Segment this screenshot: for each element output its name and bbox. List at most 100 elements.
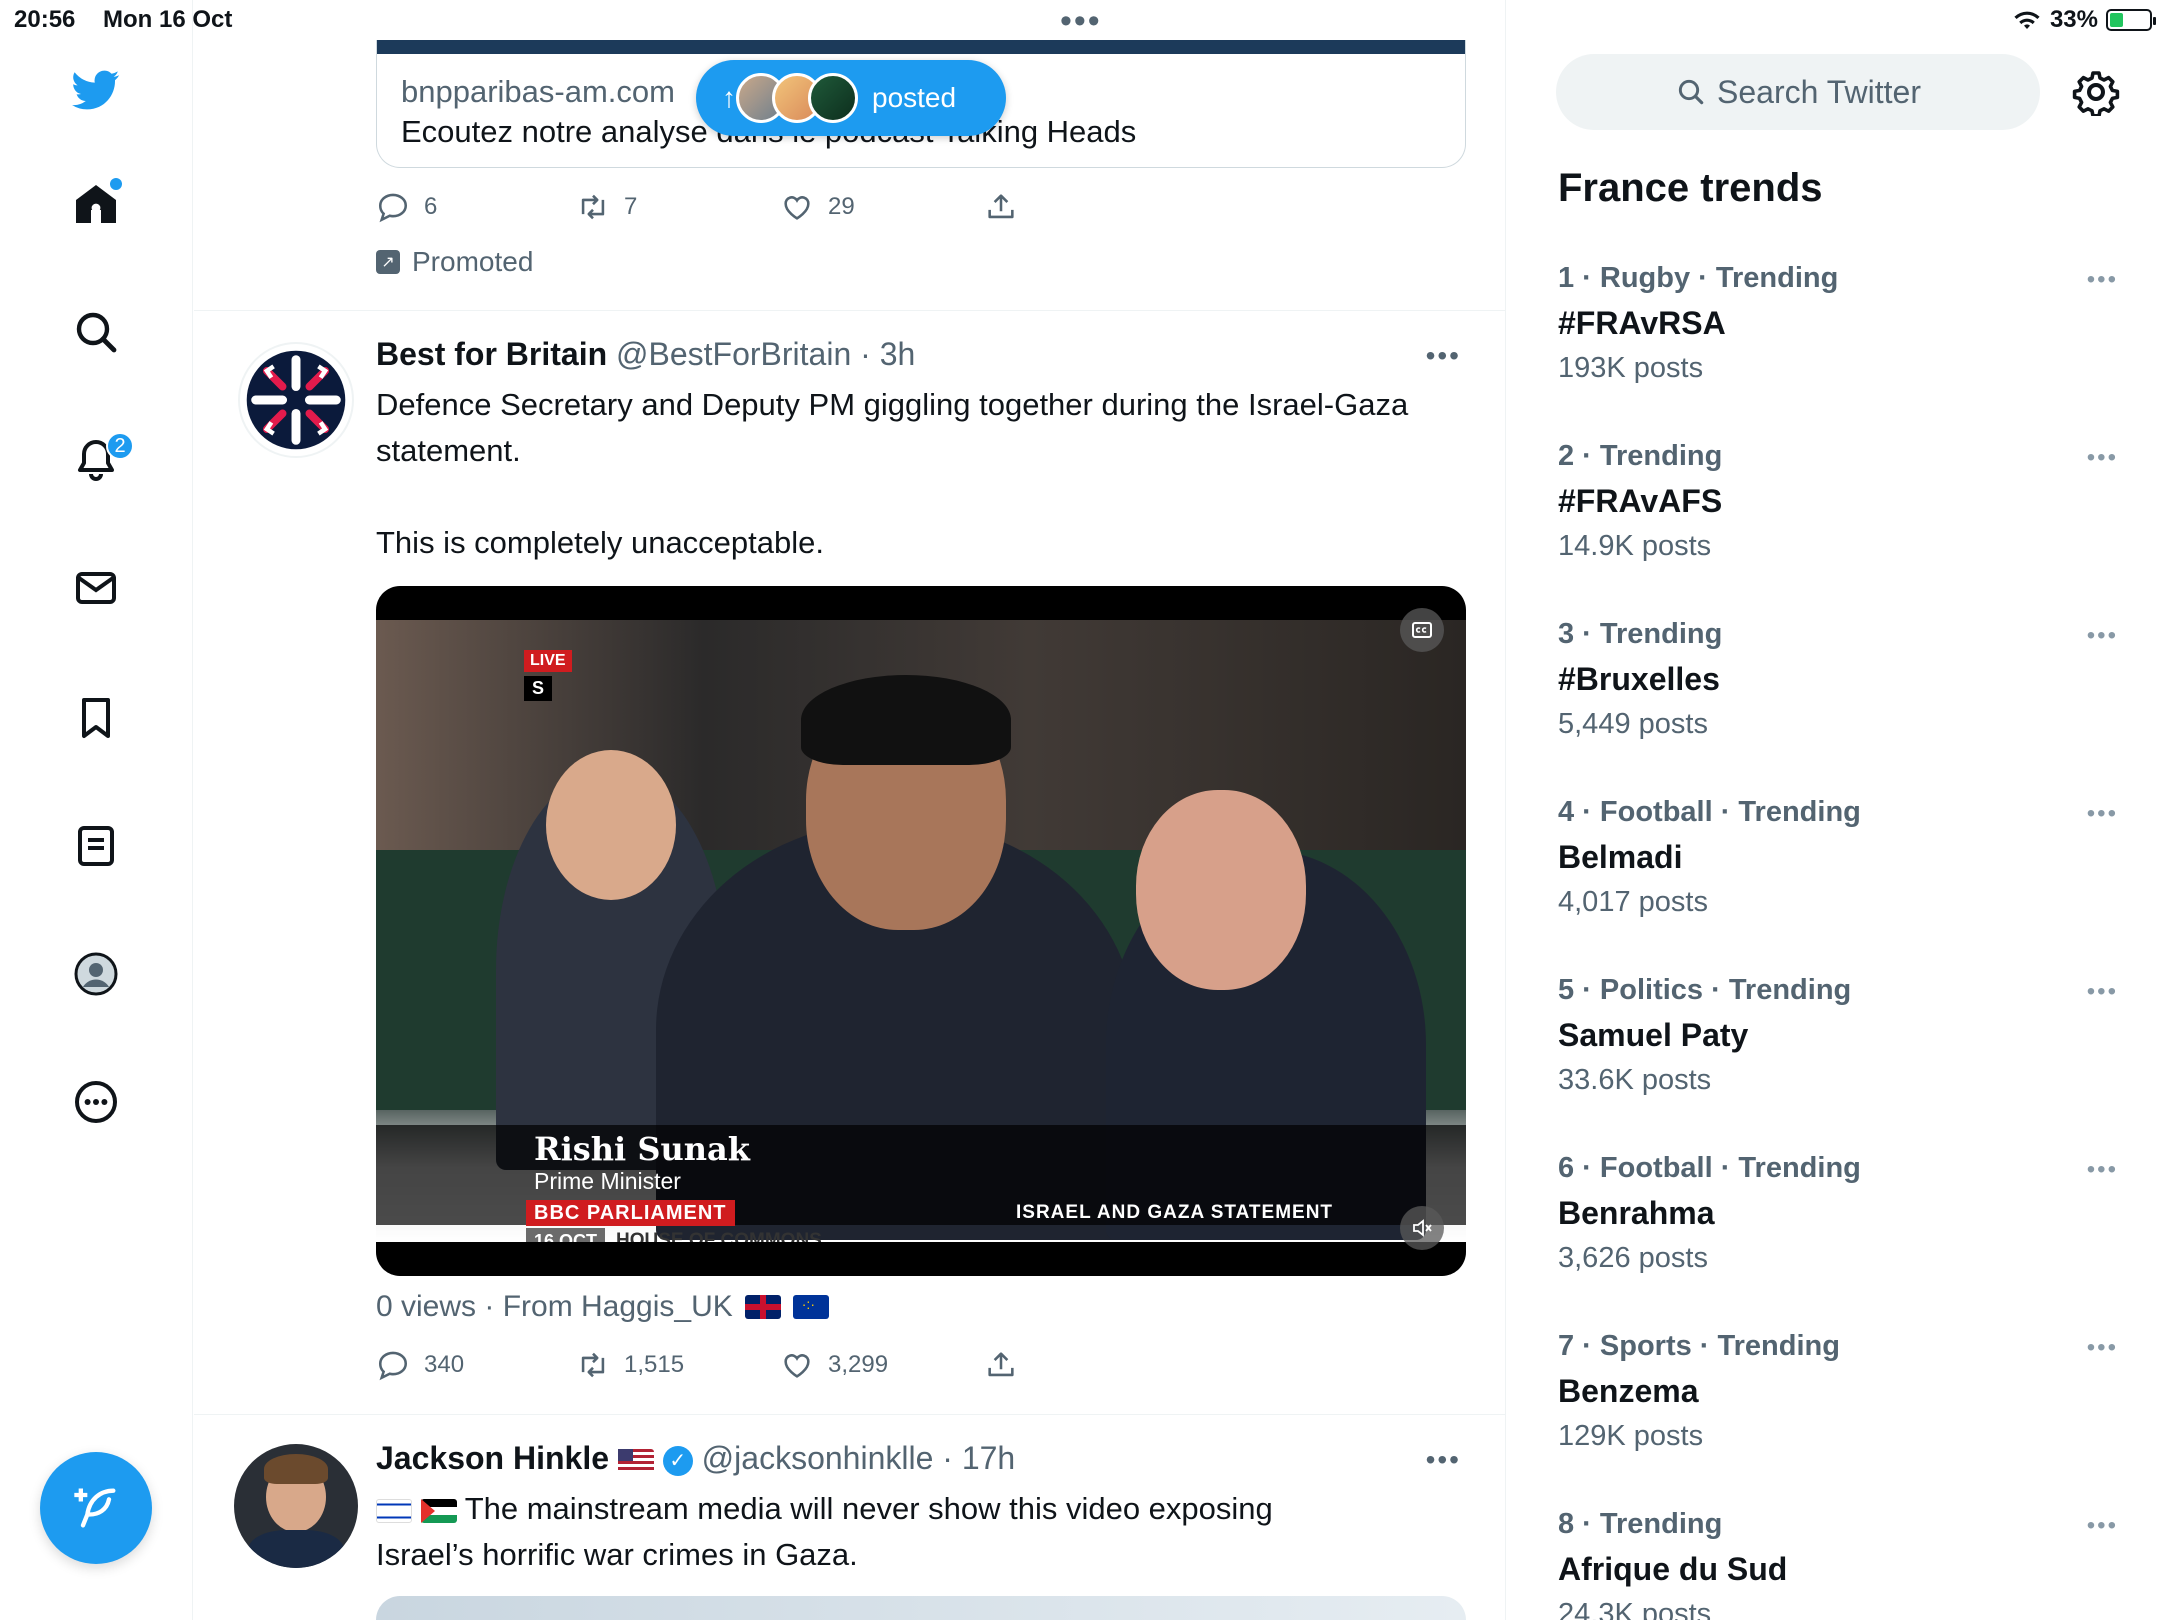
tweet-text: Defence Secretary and Deputy PM giggling… [376,387,1409,468]
tweet-more-button[interactable]: ••• [1426,340,1461,372]
twitter-logo-icon[interactable] [68,62,124,118]
trend-context: 2 · Trending [1558,440,1723,472]
reply-icon [378,193,408,223]
trend-context: 8 · Trending [1558,1508,1723,1540]
new-posts-label: posted [872,82,957,113]
tweet-media-preview[interactable] [376,1596,1466,1620]
trend-count: 5,449 posts [1558,708,1708,740]
promoted-label: ↗ Promoted [376,246,533,278]
trend-item[interactable]: 8 · Trending Afrique du Sud 24.3K posts … [1558,1508,2118,1620]
messages-icon[interactable] [68,560,124,616]
video-statement: ISRAEL AND GAZA STATEMENT [1016,1202,1334,1223]
search-icon [1678,79,1704,105]
share-button[interactable] [984,190,1018,224]
tweet-actions: 340 1,515 3,299 [376,1348,1018,1382]
retweet-button[interactable]: 7 [576,190,780,224]
tweet-text-line2: Israel’s horrific war crimes in Gaza. [376,1537,858,1572]
reply-button[interactable]: 6 [376,190,576,224]
share-button[interactable] [984,1348,1018,1382]
author-handle[interactable]: @jacksonhinklle [702,1440,934,1476]
us-flag-icon [617,1448,654,1473]
like-button[interactable]: 29 [780,190,984,224]
trend-context: 3 · Trending [1558,618,1723,650]
bookmarks-icon[interactable] [68,690,124,746]
trend-name: Belmadi [1558,839,1683,875]
trend-item[interactable]: 1 · Rugby · Trending #FRAvRSA 193K posts… [1558,262,2118,432]
more-icon[interactable] [68,1074,124,1130]
timeline-feed[interactable]: bnpparibas-am.com Ecoutez notre analyse … [194,0,1506,1620]
trend-item[interactable]: 5 · Politics · Trending Samuel Paty 33.6… [1558,974,2118,1144]
wifi-icon [2014,11,2040,29]
search-twitter-input[interactable]: Search Twitter [1556,54,2040,130]
tweet-video[interactable]: LIVE S Rishi Sunak Prime Minister BBC PA… [376,586,1466,1276]
author-name[interactable]: Best for Britain [376,336,607,372]
israel-flag-icon [376,1498,412,1523]
tweet-more-button[interactable]: ••• [1426,1444,1461,1476]
home-unread-dot [110,178,122,190]
author-name[interactable]: Jackson Hinkle [376,1440,609,1476]
arrow-up-icon: ↑ [722,82,736,113]
trend-more-button[interactable]: ••• [2087,1156,2118,1184]
muted-speaker-icon [1413,1219,1432,1237]
reply-button[interactable]: 340 [376,1348,576,1382]
trend-item[interactable]: 7 · Sports · Trending Benzema 129K posts… [1558,1330,2118,1500]
jackson-hinkle-avatar[interactable] [234,1444,358,1568]
s-badge: S [524,676,553,701]
trend-more-button[interactable]: ••• [2087,444,2118,472]
notifications-icon[interactable]: 2 [68,432,134,488]
new-posts-pill[interactable]: ↑ posted [696,60,1006,136]
author-handle[interactable]: @BestForBritain [616,336,851,372]
reply-count: 6 [424,193,438,220]
explore-icon[interactable] [68,304,124,360]
trend-count: 3,626 posts [1558,1242,1708,1274]
reply-count: 340 [424,1351,465,1378]
trend-count: 193K posts [1558,352,1704,384]
trend-more-button[interactable]: ••• [2087,978,2118,1006]
trend-count: 14.9K posts [1558,530,1712,562]
tweet-time[interactable]: 3h [880,336,916,372]
trend-more-button[interactable]: ••• [2087,800,2118,828]
retweet-icon [581,194,605,220]
retweet-icon [581,1352,605,1378]
battery-percent: 33% [2049,6,2098,33]
trend-more-button[interactable]: ••• [2087,1512,2118,1540]
trend-more-button[interactable]: ••• [2087,1334,2118,1362]
tweet-divider [194,310,1505,311]
retweet-button[interactable]: 1,515 [576,1348,780,1382]
ad-card-image-strip [377,40,1465,54]
profile-icon[interactable] [68,946,124,1002]
trend-context: 1 · Rugby · Trending [1558,262,1839,294]
video-caption-role: Prime Minister [534,1168,681,1194]
gear-icon[interactable] [2072,68,2120,116]
trend-item[interactable]: 6 · Football · Trending Benrahma 3,626 p… [1558,1152,2118,1322]
tweet-text-line1: The mainstream media will never show thi… [464,1491,1273,1526]
retweet-count: 1,515 [624,1351,685,1378]
trend-item[interactable]: 3 · Trending #Bruxelles 5,449 posts ••• [1558,618,2118,788]
video-date: 16 OCT [526,1228,606,1242]
trend-item[interactable]: 2 · Trending #FRAvAFS 14.9K posts ••• [1558,440,2118,610]
best-for-britain-avatar[interactable] [238,342,354,458]
tweet-time[interactable]: 17h [962,1440,1015,1476]
compose-tweet-button[interactable] [40,1452,152,1564]
trend-item[interactable]: 4 · Football · Trending Belmadi 4,017 po… [1558,796,2118,966]
trend-name: Benzema [1558,1373,1699,1409]
video-captions-button[interactable] [1400,608,1444,652]
trend-more-button[interactable]: ••• [2087,266,2118,294]
like-button[interactable]: 3,299 [780,1348,984,1382]
tweet-views: 0 views · From Haggis_UK [376,1290,829,1324]
notifications-badge: 2 [106,432,134,460]
video-mute-button[interactable] [1400,1206,1444,1250]
trend-name: #FRAvRSA [1558,305,1726,341]
trend-context: 6 · Football · Trending [1558,1152,1861,1184]
promoted-icon: ↗ [376,250,400,274]
trend-count: 33.6K posts [1558,1064,1712,1096]
captions-icon [1412,622,1432,638]
posted-avatar-3 [808,73,858,123]
uk-flag-icon [744,1295,781,1319]
ad-actions: 6 7 29 [376,190,1018,224]
trend-name: Afrique du Sud [1558,1551,1788,1587]
trend-more-button[interactable]: ••• [2087,622,2118,650]
search-placeholder: Search Twitter [1717,73,1921,110]
lists-icon[interactable] [68,818,124,874]
home-icon[interactable] [68,176,124,232]
